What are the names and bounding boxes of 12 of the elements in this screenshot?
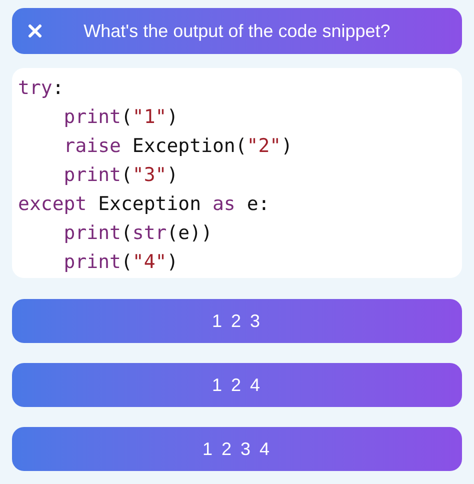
code-line: try: (18, 76, 64, 101)
code-line: print(str(e)) (62, 221, 212, 246)
code-line: print("1") (62, 105, 178, 130)
question-title: What's the output of the code snippet? (84, 20, 390, 43)
code-line: raise Exception("2") (62, 134, 293, 159)
code-line: print("3") (62, 163, 178, 188)
code-line: print("4") (62, 250, 178, 275)
close-icon[interactable] (28, 24, 42, 38)
answer-button[interactable]: 1 2 3 4 (12, 427, 462, 471)
code-line: except Exception as e: (18, 192, 270, 217)
answer-button[interactable]: 1 2 4 (12, 363, 462, 407)
answer-button[interactable]: 1 2 3 (12, 299, 462, 343)
